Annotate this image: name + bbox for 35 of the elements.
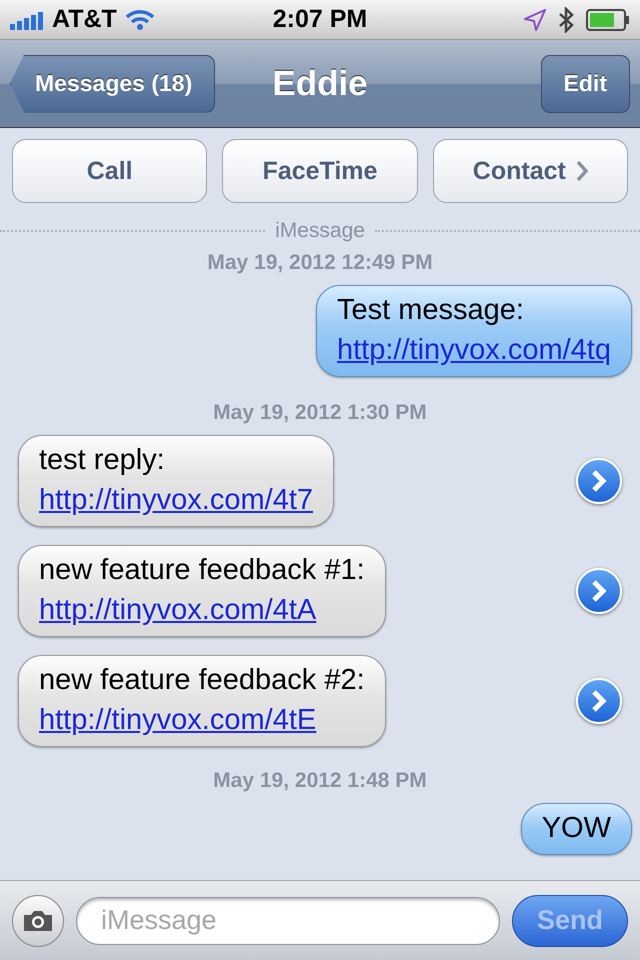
camera-button[interactable] <box>12 894 64 946</box>
detail-button[interactable] <box>576 458 622 504</box>
message-bubble: new feature feedback #2: http://tinyvox.com/4tE <box>18 655 386 747</box>
message-link[interactable]: http://tinyvox.com/4tA <box>39 590 365 630</box>
message-bubble: YOW <box>520 803 632 855</box>
message-field[interactable]: iMessage <box>76 896 500 944</box>
edit-button[interactable]: Edit <box>540 54 630 112</box>
message-link[interactable]: http://tinyvox.com/4t7 <box>39 480 314 520</box>
nav-title: Eddie <box>272 64 368 102</box>
detail-button[interactable] <box>576 678 622 724</box>
message-link[interactable]: http://tinyvox.com/4tE <box>39 700 365 740</box>
camera-icon <box>23 910 53 932</box>
timestamp: May 19, 2012 1:30 PM <box>213 400 427 426</box>
message-bubble: test reply: http://tinyvox.com/4t7 <box>18 435 334 527</box>
signal-icon <box>10 10 44 30</box>
action-button[interactable]: FaceTime <box>222 139 418 203</box>
action-button[interactable]: Contact <box>432 139 628 203</box>
back-button[interactable]: Messages (18) <box>10 54 216 112</box>
message-bubble: new feature feedback #1: http://tinyvox.com/4tA <box>18 545 386 637</box>
wifi-icon <box>124 8 155 30</box>
chevron-icon <box>591 469 607 493</box>
location-icon <box>524 8 546 30</box>
bluetooth-icon <box>558 6 574 32</box>
chevron-icon <box>591 579 607 603</box>
status-time: 2:07 PM <box>272 5 368 34</box>
timestamp: May 19, 2012 1:48 PM <box>213 768 427 794</box>
chevron-icon <box>591 689 607 713</box>
carrier-name: AT&T <box>52 5 117 34</box>
message-link[interactable]: http://tinyvox.com/4tq <box>336 330 611 370</box>
action-button[interactable]: Call <box>12 139 208 203</box>
message-bubble: Test message: http://tinyvox.com/4tq <box>316 285 632 377</box>
timestamp: May 19, 2012 12:49 PM <box>207 250 433 276</box>
detail-button[interactable] <box>576 568 622 614</box>
battery-icon <box>586 8 630 30</box>
service-label: iMessage <box>275 219 365 243</box>
